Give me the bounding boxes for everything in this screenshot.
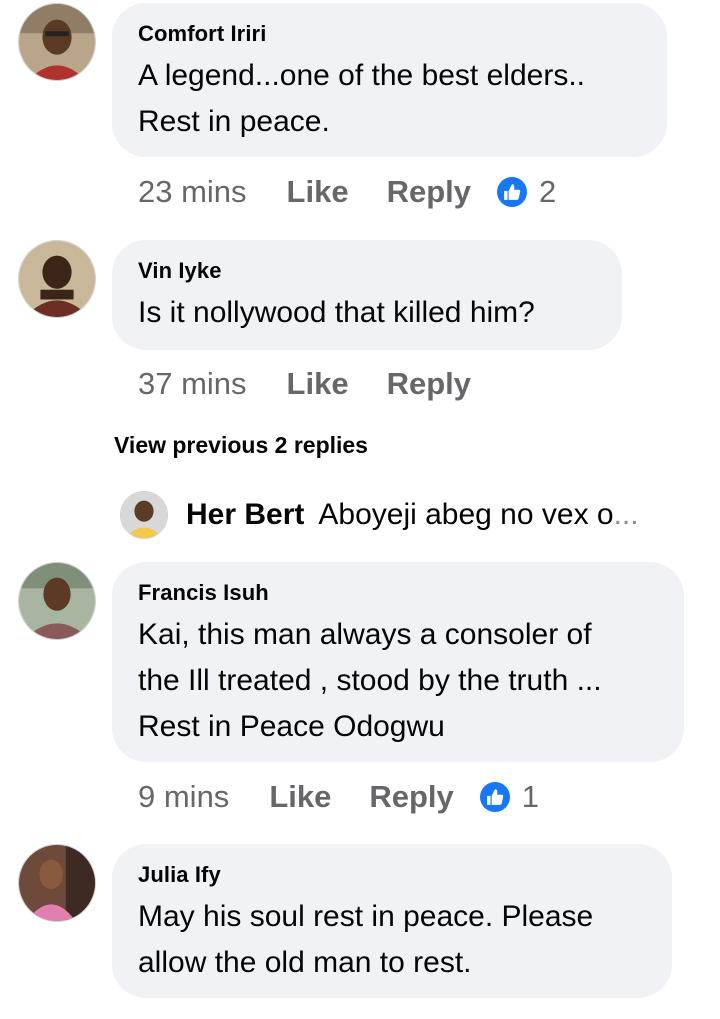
comment-actions: 23 mins Like Reply 2 bbox=[138, 170, 556, 214]
comment-text: Is it nollywood that killed him? bbox=[138, 296, 535, 329]
reaction-summary[interactable]: 1 bbox=[479, 779, 540, 815]
like-button[interactable]: Like bbox=[287, 174, 349, 210]
comment-bubble: Julia Ify May his soul rest in peace. Pl… bbox=[112, 844, 672, 998]
view-previous-replies-link[interactable]: View previous 2 replies bbox=[114, 432, 368, 459]
comment-text: A legend...one of the best elders.. Rest… bbox=[138, 59, 585, 138]
like-icon bbox=[497, 177, 527, 207]
comment-timestamp[interactable]: 37 mins bbox=[138, 366, 247, 402]
like-icon bbox=[479, 782, 510, 812]
comment-author[interactable]: Comfort Iriri bbox=[138, 21, 641, 47]
comment-timestamp[interactable]: 23 mins bbox=[138, 174, 247, 210]
avatar-francis-isuh[interactable] bbox=[18, 562, 96, 640]
reaction-count: 1 bbox=[521, 779, 540, 814]
comment-bubble: Vin Iyke Is it nollywood that killed him… bbox=[112, 240, 622, 350]
reply-button[interactable]: Reply bbox=[369, 779, 453, 815]
comment-author[interactable]: Vin Iyke bbox=[138, 258, 596, 284]
avatar-comfort-iriri[interactable] bbox=[18, 3, 96, 81]
avatar-vin-iyke[interactable] bbox=[18, 240, 96, 318]
reply-button[interactable]: Reply bbox=[387, 366, 471, 402]
comment-bubble: Comfort Iriri A legend...one of the best… bbox=[112, 3, 667, 157]
reply-ellipsis: ... bbox=[613, 498, 639, 531]
comment-author[interactable]: Francis Isuh bbox=[138, 580, 658, 606]
comment-text: May his soul rest in peace. Please allow… bbox=[138, 900, 594, 979]
comment-bubble: Francis Isuh Kai, this man always a cons… bbox=[112, 562, 684, 762]
avatar-her-bert[interactable] bbox=[120, 491, 168, 539]
like-button[interactable]: Like bbox=[287, 366, 349, 402]
reply-text: Aboyeji abeg no vex o bbox=[318, 498, 614, 531]
comment-text: Kai, this man always a consoler of the I… bbox=[138, 618, 602, 743]
reaction-summary[interactable]: 2 bbox=[497, 174, 556, 210]
comment-author[interactable]: Julia Ify bbox=[138, 862, 646, 888]
comment-actions: 9 mins Like Reply 1 bbox=[138, 775, 539, 819]
like-button[interactable]: Like bbox=[269, 779, 331, 815]
reply-button[interactable]: Reply bbox=[387, 174, 471, 210]
comment-actions: 37 mins Like Reply bbox=[138, 362, 471, 406]
reply-preview[interactable]: Her Bert Aboyeji abeg no vex o ... bbox=[120, 490, 639, 540]
reply-author[interactable]: Her Bert bbox=[186, 498, 304, 532]
comment-timestamp[interactable]: 9 mins bbox=[138, 779, 229, 815]
reaction-count: 2 bbox=[539, 174, 557, 209]
avatar-julia-ify[interactable] bbox=[18, 844, 96, 922]
